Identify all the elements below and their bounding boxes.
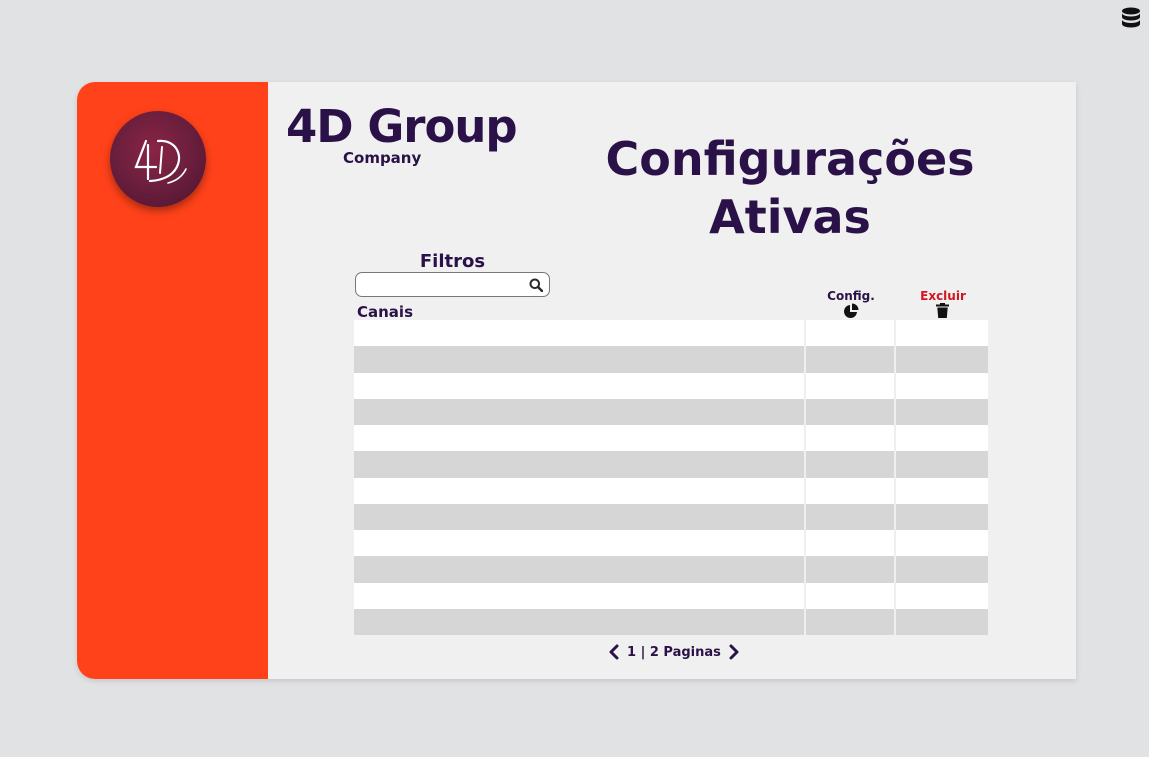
cell-excluir[interactable] [896, 609, 986, 635]
cell-excluir[interactable] [896, 530, 986, 556]
table-row[interactable] [354, 477, 988, 504]
cell-canal [354, 451, 806, 478]
pie-chart-icon [844, 303, 859, 318]
table-row[interactable] [354, 451, 988, 478]
cell-config[interactable] [806, 451, 896, 478]
page-title: Configurações Ativas [590, 130, 990, 246]
trash-icon [936, 303, 949, 318]
cell-config[interactable] [806, 320, 896, 347]
brand-title: 4D Group [286, 100, 518, 153]
cell-canal [354, 425, 806, 452]
cell-excluir[interactable] [896, 425, 986, 451]
cell-excluir[interactable] [896, 373, 986, 399]
database-icon[interactable] [1121, 7, 1141, 29]
cell-config[interactable] [806, 425, 896, 452]
cell-canal [354, 346, 806, 373]
table-row[interactable] [354, 530, 988, 557]
cell-canal [354, 320, 806, 347]
cell-config[interactable] [806, 530, 896, 557]
page-title-line2: Ativas [709, 190, 871, 244]
cell-excluir[interactable] [896, 556, 986, 582]
cell-excluir[interactable] [896, 451, 986, 477]
search-input[interactable] [364, 276, 524, 294]
table-row[interactable] [354, 425, 988, 452]
brand-subtitle: Company [343, 149, 422, 167]
sidebar [77, 82, 268, 679]
table-row[interactable] [354, 398, 988, 425]
cell-config[interactable] [806, 477, 896, 504]
table-row[interactable] [354, 582, 988, 609]
table-row[interactable] [354, 503, 988, 530]
column-header-canais: Canais [357, 303, 414, 321]
cell-canal [354, 582, 806, 609]
cell-canal [354, 503, 806, 530]
table-row[interactable] [354, 608, 988, 635]
chevron-right-icon[interactable] [727, 644, 741, 660]
search-icon[interactable] [529, 278, 543, 292]
cell-config[interactable] [806, 582, 896, 609]
column-header-config: Config. [827, 289, 875, 303]
channels-table [354, 320, 988, 635]
cell-config[interactable] [806, 556, 896, 583]
cell-canal [354, 398, 806, 425]
pagination-text: 1 | 2 Paginas [627, 644, 721, 660]
filters-label: Filtros [419, 251, 486, 272]
cell-excluir[interactable] [896, 478, 986, 504]
search-box[interactable] [355, 272, 550, 297]
cell-config[interactable] [806, 372, 896, 399]
chevron-left-icon[interactable] [607, 644, 621, 660]
table-row[interactable] [354, 320, 988, 347]
cell-excluir[interactable] [896, 504, 986, 530]
cell-config[interactable] [806, 503, 896, 530]
cell-config[interactable] [806, 398, 896, 425]
main-card: 4D Group Company Configurações Ativas Fi… [77, 82, 1076, 679]
cell-canal [354, 556, 806, 583]
cell-excluir[interactable] [896, 320, 986, 346]
cell-excluir[interactable] [896, 346, 986, 372]
cell-canal [354, 530, 806, 557]
cell-canal [354, 372, 806, 399]
pagination: 1 | 2 Paginas [607, 641, 741, 663]
cell-excluir[interactable] [896, 399, 986, 425]
table-row[interactable] [354, 346, 988, 373]
table-row[interactable] [354, 372, 988, 399]
cell-config[interactable] [806, 608, 896, 635]
cell-canal [354, 477, 806, 504]
company-logo[interactable] [110, 111, 206, 207]
table-row[interactable] [354, 556, 988, 583]
page-title-line1: Configurações [605, 132, 975, 186]
cell-canal [354, 608, 806, 635]
column-header-excluir: Excluir [920, 289, 966, 303]
cell-excluir[interactable] [896, 583, 986, 609]
logo-4d-mark [134, 139, 187, 184]
cell-config[interactable] [806, 346, 896, 373]
